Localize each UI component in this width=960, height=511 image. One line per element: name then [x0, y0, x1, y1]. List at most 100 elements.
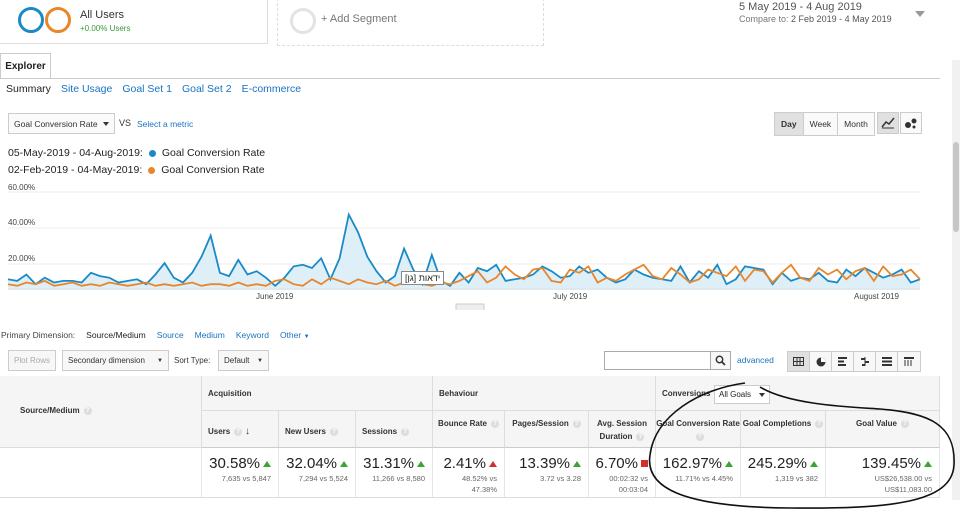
pie-icon: [816, 357, 825, 366]
view-term-cloud-button[interactable]: [876, 352, 898, 371]
column-header-label: New Users: [285, 427, 326, 436]
metric-change-value: 13.39%: [519, 455, 570, 472]
metric-change: 31.31%: [356, 455, 425, 472]
search-button[interactable]: [711, 351, 731, 370]
dimension-keyword[interactable]: Keyword: [236, 330, 269, 340]
metric-change-value: 32.04%: [286, 455, 337, 472]
motion-chart-button[interactable]: [900, 112, 922, 134]
explorer-subtabs: Summary Site Usage Goal Set 1 Goal Set 2…: [6, 83, 301, 95]
add-segment-icon: [290, 8, 316, 34]
dimension-source[interactable]: Source: [157, 330, 184, 340]
help-icon: ?: [490, 419, 499, 428]
subtab-summary[interactable]: Summary: [6, 83, 51, 95]
metric-cell: 13.39% 3.72 vs 3.28: [505, 448, 589, 498]
arrow-up-red-icon: [489, 460, 497, 467]
grid-icon: [793, 357, 804, 366]
help-icon: ?: [83, 406, 92, 415]
subtab-site-usage[interactable]: Site Usage: [61, 83, 112, 95]
metric-change: 2.41%: [433, 455, 497, 472]
dimension-medium[interactable]: Medium: [195, 330, 225, 340]
behaviour-group-label: Behaviour: [439, 389, 479, 398]
tab-explorer[interactable]: Explorer: [0, 53, 51, 79]
dimension-other[interactable]: Other ▼: [280, 330, 310, 340]
granularity-day-button[interactable]: Day: [775, 113, 804, 135]
scrollbar-thumb[interactable]: [953, 142, 959, 232]
sort-type-label: Sort Type:: [174, 356, 211, 365]
plot-rows-button[interactable]: Plot Rows: [8, 350, 57, 371]
metric-comparison: 47.38%: [471, 485, 497, 494]
metric-cell: 30.58% 7,635 vs 5,847: [202, 448, 279, 498]
help-icon: ?: [401, 427, 410, 436]
subtab-ecommerce[interactable]: E-commerce: [242, 83, 302, 95]
column-header-label: Users: [208, 427, 231, 436]
x-tick-july: July 2019: [553, 292, 588, 301]
primary-dimension-label: Primary Dimension:: [1, 330, 76, 340]
column-header[interactable]: Sessions?: [356, 411, 433, 448]
view-comparison-button[interactable]: [854, 352, 876, 371]
segment-card-all-users[interactable]: All Users +0.00% Users: [0, 0, 268, 44]
segment-sub: +0.00% Users: [80, 24, 131, 33]
add-segment-label: + Add Segment: [321, 13, 397, 25]
column-header-label: Bounce Rate: [438, 419, 487, 428]
dimension-header-text: Source/Medium?: [20, 406, 92, 415]
legend-primary-dot: [148, 149, 156, 157]
dimension-total-cell: [0, 448, 202, 498]
help-icon: ?: [572, 419, 581, 428]
metric-comparison: 11,266 vs 8,580: [372, 474, 425, 483]
view-pie-button[interactable]: [810, 352, 832, 371]
chart-resize-handle[interactable]: [455, 303, 485, 310]
acquisition-group-header: Acquisition: [202, 376, 433, 411]
comparison-icon: [860, 357, 869, 366]
metric-change-value: 2.41%: [443, 455, 486, 472]
legend-primary: 05-May-2019 - 04-Aug-2019: Goal Conversi…: [8, 147, 265, 159]
date-range-compare[interactable]: Compare to: 2 Feb 2019 - 4 May 2019: [739, 14, 892, 24]
line-chart-button[interactable]: [877, 112, 899, 134]
view-data-button[interactable]: [788, 352, 810, 371]
column-header[interactable]: New Users?: [279, 411, 356, 448]
table-view-switcher: [787, 351, 921, 372]
hand-drawn-annotation: [648, 382, 955, 509]
columns-icon: [904, 357, 914, 366]
add-segment-card[interactable]: + Add Segment: [277, 0, 544, 46]
compare-prefix: Compare to:: [739, 14, 789, 24]
view-pivot-button[interactable]: [898, 352, 920, 371]
legend-compare-metric: Goal Conversion Rate: [161, 164, 265, 176]
chevron-down-icon: ▼: [257, 357, 263, 364]
sort-type-value: Default: [224, 356, 250, 365]
column-header[interactable]: Bounce Rate?: [433, 411, 505, 448]
advanced-filter-link[interactable]: advanced: [737, 355, 774, 365]
arrow-up-icon: [573, 460, 581, 467]
view-performance-button[interactable]: [832, 352, 854, 371]
column-header[interactable]: Pages/Session?: [505, 411, 589, 448]
secondary-dimension-label: Secondary dimension: [68, 356, 145, 365]
dimension-header-label: Source/Medium: [20, 406, 80, 415]
column-header[interactable]: Users? ↓: [202, 411, 279, 448]
granularity-month-button[interactable]: Month: [838, 113, 874, 135]
date-range-dropdown-icon[interactable]: [915, 11, 925, 17]
date-range-main[interactable]: 5 May 2019 - 4 Aug 2019: [739, 1, 862, 13]
dimension-header[interactable]: Source/Medium?: [0, 376, 202, 448]
metric-select-value: Goal Conversion Rate: [14, 118, 98, 129]
metric-select[interactable]: Goal Conversion Rate: [8, 113, 115, 134]
subtab-goal-set-2[interactable]: Goal Set 2: [182, 83, 232, 95]
series-layer: [7, 211, 921, 289]
metric-change: 13.39%: [505, 455, 581, 472]
dimension-source-medium[interactable]: Source/Medium: [86, 330, 146, 340]
line-chart-icon: [881, 117, 895, 129]
select-metric-link[interactable]: Select a metric: [137, 119, 193, 129]
granularity-week-button[interactable]: Week: [804, 113, 839, 135]
acquisition-group-label: Acquisition: [208, 389, 252, 398]
sort-desc-icon[interactable]: ↓: [242, 426, 250, 437]
legend-compare-range: 02-Feb-2019 - 04-May-2019:: [8, 164, 143, 176]
metric-change-value: 31.31%: [363, 455, 414, 472]
metric-comparison: 48.52% vs: [461, 474, 497, 483]
sort-type-select[interactable]: Default ▼: [218, 350, 269, 371]
line-chart[interactable]: [0, 180, 940, 310]
legend-compare: 02-Feb-2019 - 04-May-2019: Goal Conversi…: [8, 164, 265, 176]
metric-change-value: 6.70%: [595, 455, 638, 472]
metric-change: 32.04%: [279, 455, 348, 472]
table-search-input[interactable]: [604, 351, 711, 370]
subtab-goal-set-1[interactable]: Goal Set 1: [122, 83, 172, 95]
x-tick-june: June 2019: [256, 292, 294, 301]
secondary-dimension-select[interactable]: Secondary dimension ▼: [62, 350, 169, 371]
